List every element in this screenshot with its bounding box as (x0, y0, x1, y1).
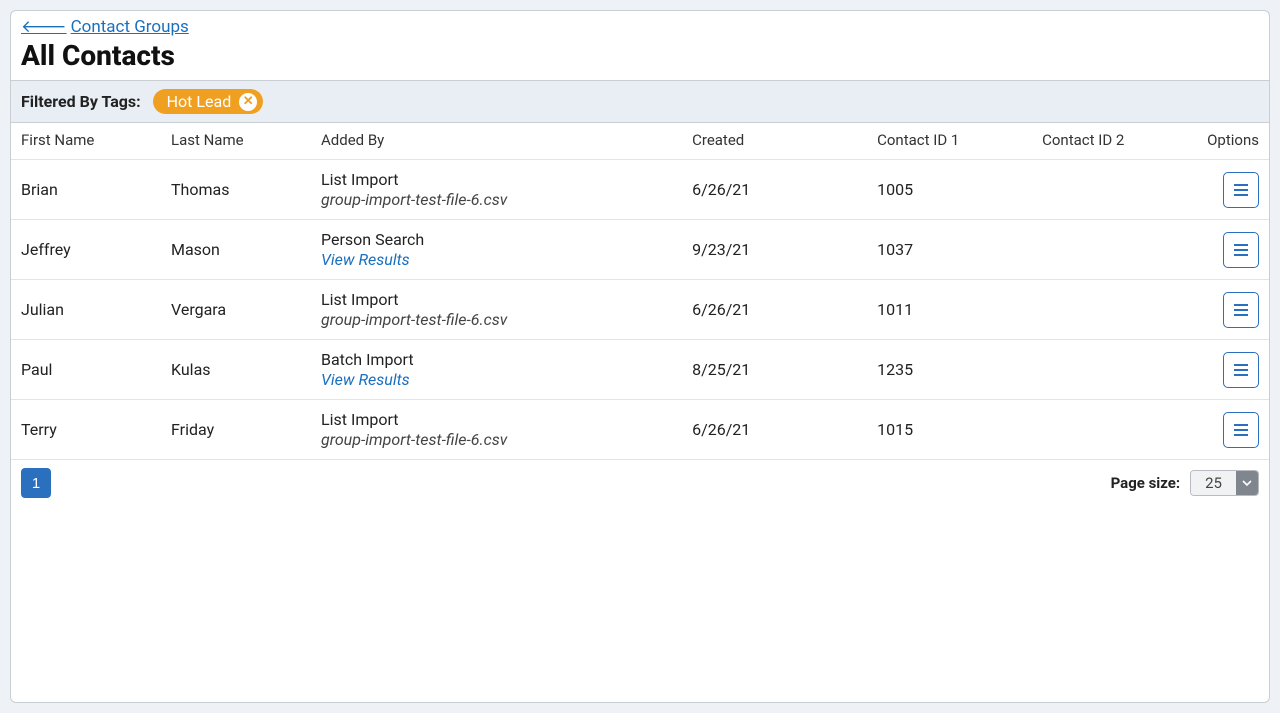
options-cell (1197, 160, 1269, 220)
page-size-value: 25 (1191, 471, 1236, 495)
contact-id1: 1005 (867, 160, 1032, 220)
contact-id2 (1032, 220, 1197, 280)
row-options-button[interactable] (1223, 232, 1259, 268)
filter-tag-label: Hot Lead (167, 92, 232, 111)
page-size-control: Page size: 25 (1111, 470, 1259, 496)
menu-icon (1231, 421, 1251, 439)
filter-bar: Filtered By Tags: Hot Lead ✕ (11, 81, 1269, 123)
added-by-main: Person Search (321, 230, 672, 249)
page-size-label: Page size: (1111, 474, 1181, 492)
last-name: Kulas (161, 340, 311, 400)
contact-id1: 1235 (867, 340, 1032, 400)
contact-id1: 1015 (867, 400, 1032, 460)
page-size-select[interactable]: 25 (1190, 470, 1259, 496)
options-cell (1197, 400, 1269, 460)
close-icon: ✕ (243, 95, 254, 108)
options-cell (1197, 280, 1269, 340)
back-link-label: Contact Groups (71, 17, 189, 37)
added-by-cell: List Importgroup-import-test-file-6.csv (311, 160, 682, 220)
added-by-subtext: group-import-test-file-6.csv (321, 190, 672, 209)
last-name: Friday (161, 400, 311, 460)
contact-id1: 1037 (867, 220, 1032, 280)
col-last-name[interactable]: Last Name (161, 123, 311, 160)
contact-id2 (1032, 160, 1197, 220)
page-1-button[interactable]: 1 (21, 468, 51, 498)
col-first-name[interactable]: First Name (11, 123, 161, 160)
table-row: JulianVergaraList Importgroup-import-tes… (11, 280, 1269, 340)
added-by-cell: Batch ImportView Results (311, 340, 682, 400)
added-by-cell: List Importgroup-import-test-file-6.csv (311, 400, 682, 460)
first-name: Paul (11, 340, 161, 400)
col-added-by[interactable]: Added By (311, 123, 682, 160)
last-name: Vergara (161, 280, 311, 340)
row-options-button[interactable] (1223, 172, 1259, 208)
pager: 1 Page size: 25 (11, 460, 1269, 508)
added-by-main: List Import (321, 290, 672, 309)
options-cell (1197, 220, 1269, 280)
table-row: JeffreyMasonPerson SearchView Results9/2… (11, 220, 1269, 280)
last-name: Thomas (161, 160, 311, 220)
chevron-down-icon (1236, 471, 1258, 495)
page-title: All Contacts (21, 39, 1259, 72)
menu-icon (1231, 301, 1251, 319)
created: 6/26/21 (682, 400, 867, 460)
col-options: Options (1197, 123, 1269, 160)
added-by-subtext: group-import-test-file-6.csv (321, 310, 672, 329)
table-row: PaulKulasBatch ImportView Results8/25/21… (11, 340, 1269, 400)
col-contact-id1[interactable]: Contact ID 1 (867, 123, 1032, 160)
table-row: TerryFridayList Importgroup-import-test-… (11, 400, 1269, 460)
menu-icon (1231, 181, 1251, 199)
row-options-button[interactable] (1223, 292, 1259, 328)
back-to-groups-link[interactable]: 🡐 Contact Groups (21, 17, 189, 37)
options-cell (1197, 340, 1269, 400)
first-name: Terry (11, 400, 161, 460)
contact-id2 (1032, 400, 1197, 460)
last-name: Mason (161, 220, 311, 280)
first-name: Julian (11, 280, 161, 340)
added-by-cell: List Importgroup-import-test-file-6.csv (311, 280, 682, 340)
contacts-panel: 🡐 Contact Groups All Contacts Filtered B… (10, 10, 1270, 703)
view-results-link[interactable]: View Results (321, 370, 672, 389)
added-by-main: Batch Import (321, 350, 672, 369)
remove-tag-button[interactable]: ✕ (239, 93, 257, 111)
contact-id2 (1032, 340, 1197, 400)
first-name: Jeffrey (11, 220, 161, 280)
menu-icon (1231, 241, 1251, 259)
col-contact-id2[interactable]: Contact ID 2 (1032, 123, 1197, 160)
created: 6/26/21 (682, 280, 867, 340)
added-by-subtext: group-import-test-file-6.csv (321, 430, 672, 449)
col-created[interactable]: Created (682, 123, 867, 160)
created: 8/25/21 (682, 340, 867, 400)
menu-icon (1231, 361, 1251, 379)
contact-id2 (1032, 280, 1197, 340)
panel-header: 🡐 Contact Groups All Contacts (11, 11, 1269, 81)
contacts-table: First Name Last Name Added By Created Co… (11, 123, 1269, 460)
filter-label: Filtered By Tags: (21, 92, 141, 111)
row-options-button[interactable] (1223, 412, 1259, 448)
filter-tag-hot-lead: Hot Lead ✕ (153, 89, 264, 114)
arrow-left-icon: 🡐 (21, 17, 67, 37)
view-results-link[interactable]: View Results (321, 250, 672, 269)
added-by-main: List Import (321, 410, 672, 429)
table-header-row: First Name Last Name Added By Created Co… (11, 123, 1269, 160)
row-options-button[interactable] (1223, 352, 1259, 388)
table-row: BrianThomasList Importgroup-import-test-… (11, 160, 1269, 220)
created: 6/26/21 (682, 160, 867, 220)
contact-id1: 1011 (867, 280, 1032, 340)
added-by-main: List Import (321, 170, 672, 189)
first-name: Brian (11, 160, 161, 220)
created: 9/23/21 (682, 220, 867, 280)
added-by-cell: Person SearchView Results (311, 220, 682, 280)
